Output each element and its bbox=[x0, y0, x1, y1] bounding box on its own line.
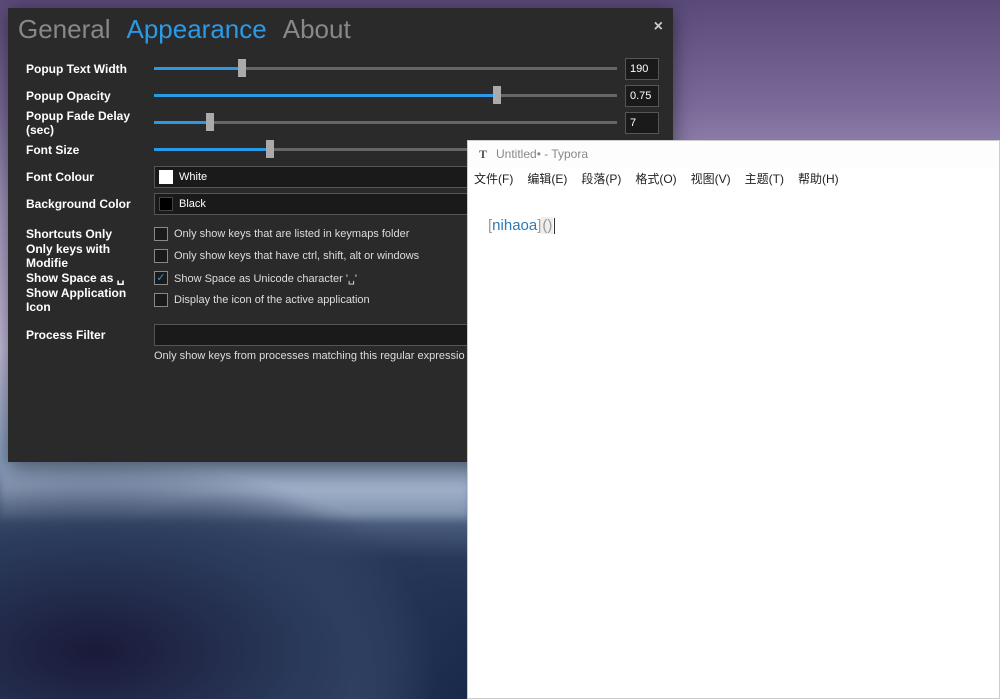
label-font-size: Font Size bbox=[26, 143, 154, 157]
menu-format[interactable]: 格式(O) bbox=[635, 170, 676, 187]
slider-popup-text-width[interactable] bbox=[154, 59, 617, 79]
md-link-text: nihaoa bbox=[492, 217, 537, 234]
tab-general[interactable]: General bbox=[18, 14, 111, 45]
swatch-black-icon bbox=[159, 197, 173, 211]
slider-popup-fade-delay[interactable] bbox=[154, 113, 617, 133]
label-only-modifier: Only keys with Modifie bbox=[26, 242, 154, 270]
desc-shortcuts-only: Only show keys that are listed in keymap… bbox=[174, 228, 409, 240]
swatch-white-icon bbox=[159, 170, 173, 184]
typora-title-text: Untitled• - Typora bbox=[496, 147, 588, 161]
background-color-value: Black bbox=[179, 198, 206, 210]
label-show-app-icon: Show Application Icon bbox=[26, 286, 154, 314]
tab-appearance[interactable]: Appearance bbox=[127, 14, 267, 45]
input-popup-opacity[interactable] bbox=[625, 85, 659, 107]
label-show-space: Show Space as ␣ bbox=[26, 271, 154, 285]
label-font-colour: Font Colour bbox=[26, 170, 154, 184]
slider-popup-opacity[interactable] bbox=[154, 86, 617, 106]
label-popup-text-width: Popup Text Width bbox=[26, 62, 154, 76]
input-popup-text-width[interactable] bbox=[625, 58, 659, 80]
typora-titlebar[interactable]: T Untitled• - Typora bbox=[468, 141, 999, 167]
tab-about[interactable]: About bbox=[283, 14, 351, 45]
typora-menubar: 文件(F) 编辑(E) 段落(P) 格式(O) 视图(V) 主题(T) 帮助(H… bbox=[468, 167, 999, 189]
input-popup-fade-delay[interactable] bbox=[625, 112, 659, 134]
md-paren: () bbox=[541, 217, 553, 234]
menu-edit[interactable]: 编辑(E) bbox=[527, 170, 567, 187]
menu-file[interactable]: 文件(F) bbox=[474, 170, 513, 187]
desc-show-app-icon: Display the icon of the active applicati… bbox=[174, 294, 370, 306]
checkbox-shortcuts-only[interactable] bbox=[154, 227, 168, 241]
checkbox-only-modifier[interactable] bbox=[154, 249, 168, 263]
menu-help[interactable]: 帮助(H) bbox=[798, 170, 839, 187]
label-process-filter: Process Filter bbox=[26, 328, 154, 342]
checkbox-show-space[interactable] bbox=[154, 271, 168, 285]
font-colour-value: White bbox=[179, 171, 207, 183]
checkbox-show-app-icon[interactable] bbox=[154, 293, 168, 307]
typora-app-icon: T bbox=[476, 147, 490, 161]
menu-paragraph[interactable]: 段落(P) bbox=[581, 170, 621, 187]
label-shortcuts-only: Shortcuts Only bbox=[26, 227, 154, 241]
label-popup-fade-delay: Popup Fade Delay (sec) bbox=[26, 109, 154, 137]
menu-view[interactable]: 视图(V) bbox=[691, 170, 731, 187]
close-icon[interactable]: × bbox=[654, 18, 663, 36]
desc-show-space: Show Space as Unicode character '␣' bbox=[174, 272, 357, 285]
tab-bar: General Appearance About × bbox=[8, 8, 673, 45]
typora-editor[interactable]: [nihaoa]() bbox=[468, 189, 999, 262]
typora-window: T Untitled• - Typora 文件(F) 编辑(E) 段落(P) 格… bbox=[467, 140, 1000, 699]
text-cursor-icon bbox=[554, 218, 555, 234]
desc-only-modifier: Only show keys that have ctrl, shift, al… bbox=[174, 250, 419, 262]
label-background-color: Background Color bbox=[26, 197, 154, 211]
label-popup-opacity: Popup Opacity bbox=[26, 89, 154, 103]
menu-theme[interactable]: 主题(T) bbox=[745, 170, 784, 187]
